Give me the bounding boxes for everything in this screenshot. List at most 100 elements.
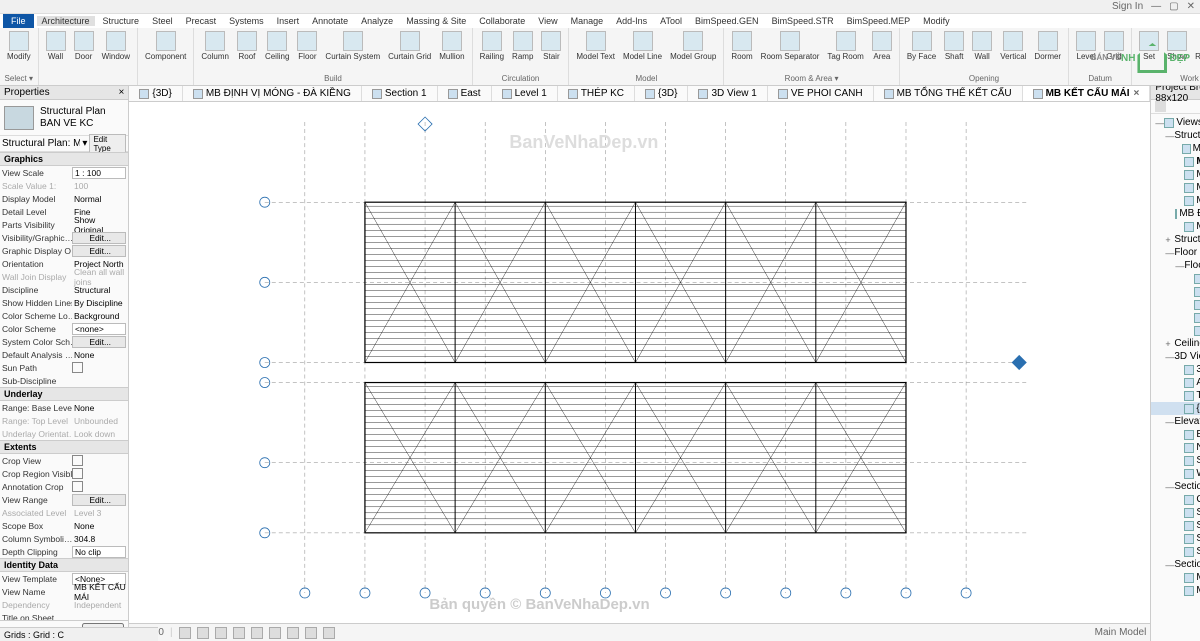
menu-bimspeedgen[interactable]: BimSpeed.GEN bbox=[690, 16, 764, 26]
checkbox[interactable] bbox=[72, 455, 83, 466]
prop-row[interactable]: Associated LevelLevel 3 bbox=[0, 506, 128, 519]
tool-byface[interactable]: By Face bbox=[904, 29, 939, 63]
tool-room[interactable]: Room bbox=[728, 29, 755, 63]
menu-annotate[interactable]: Annotate bbox=[307, 16, 353, 26]
type-selector[interactable]: Structural PlanBAN VE KC bbox=[0, 100, 128, 136]
prop-row[interactable]: Visibility/Graphic…Edit... bbox=[0, 231, 128, 244]
prop-value[interactable]: None bbox=[72, 521, 126, 531]
view-tab[interactable]: Level 1 bbox=[492, 86, 558, 101]
prop-edit-button[interactable]: Edit... bbox=[72, 494, 126, 506]
tool-column[interactable]: Column bbox=[198, 29, 232, 63]
expand-icon[interactable]: — bbox=[1165, 560, 1174, 570]
tool-roomseparator[interactable]: Room Separator bbox=[758, 29, 823, 63]
close-tab-icon[interactable]: × bbox=[1133, 88, 1139, 99]
tool-vertical[interactable]: Vertical bbox=[997, 29, 1029, 63]
tool-modify[interactable]: Modify bbox=[4, 29, 34, 63]
drawing-canvas[interactable]: BanVeNhaDep.vn Bản quyền © BanVeNhaDep.v… bbox=[129, 102, 1150, 623]
tree-node[interactable]: Level Móng bbox=[1151, 311, 1200, 324]
prop-value[interactable]: Level 3 bbox=[72, 508, 126, 518]
prop-row[interactable]: Title on Sheet bbox=[0, 611, 128, 620]
prop-value[interactable]: None bbox=[72, 350, 126, 360]
view-tab[interactable]: {3D} bbox=[129, 86, 182, 101]
prop-value[interactable]: 304.8 bbox=[72, 534, 126, 544]
prop-value[interactable]: Normal bbox=[72, 194, 126, 204]
menu-atool[interactable]: ATool bbox=[655, 16, 687, 26]
view-tab[interactable]: 3D View 1 bbox=[688, 86, 767, 101]
prop-edit-button[interactable]: Edit... bbox=[72, 336, 126, 348]
prop-row[interactable]: DependencyIndependent bbox=[0, 598, 128, 611]
menu-massingsite[interactable]: Massing & Site bbox=[401, 16, 471, 26]
expand-icon[interactable]: + bbox=[1165, 235, 1174, 245]
tool-stair[interactable]: Stair bbox=[538, 29, 564, 63]
expand-icon[interactable]: — bbox=[1165, 482, 1174, 492]
tree-node[interactable]: MB ĐỊNH VỊ MÓNG - ĐÀ KIỀNG bbox=[1151, 207, 1200, 220]
tree-node[interactable]: —Floor Plans (BV KIẾN TRÚC) bbox=[1151, 246, 1200, 259]
menu-collaborate[interactable]: Collaborate bbox=[474, 16, 530, 26]
prop-value[interactable]: 100 bbox=[72, 181, 126, 191]
minimize-icon[interactable]: — bbox=[1151, 1, 1161, 12]
main-model-label[interactable]: Main Model bbox=[1095, 627, 1147, 638]
tool-refplane[interactable]: Ref Plane bbox=[1192, 29, 1200, 63]
status-icon[interactable] bbox=[269, 627, 281, 639]
status-icon[interactable] bbox=[215, 627, 227, 639]
tree-node[interactable]: {3D} bbox=[1151, 402, 1200, 415]
menu-manage[interactable]: Manage bbox=[566, 16, 609, 26]
menu-bimspeedmep[interactable]: BimSpeed.MEP bbox=[842, 16, 916, 26]
menu-bimspeedstr[interactable]: BimSpeed.STR bbox=[767, 16, 839, 26]
expand-icon[interactable]: — bbox=[1165, 131, 1174, 141]
menu-structure[interactable]: Structure bbox=[98, 16, 145, 26]
search-icon[interactable] bbox=[1155, 101, 1166, 112]
tree-node[interactable]: MB ĐỊNH VỊ TIM CỌC bbox=[1151, 220, 1200, 233]
prop-row[interactable]: Parts VisibilityShow Original bbox=[0, 218, 128, 231]
tree-node[interactable]: Section 3 bbox=[1151, 532, 1200, 545]
tree-node[interactable]: MB TY GIẰNG XÀ GỒ bbox=[1151, 168, 1200, 181]
tree-node[interactable]: +Ceiling Plans bbox=[1151, 337, 1200, 350]
tree-node[interactable]: MB TỔNG THỂ KẾT CẤU bbox=[1151, 181, 1200, 194]
tool-modelline[interactable]: Model Line bbox=[620, 29, 665, 63]
view-tab[interactable]: MB TỔNG THỂ KẾT CẤU bbox=[874, 86, 1023, 101]
tree-node[interactable]: MB KẾT CẤU MÁI bbox=[1151, 155, 1200, 168]
prop-row[interactable]: Wall Join DisplayClean all wall joins bbox=[0, 270, 128, 283]
menu-steel[interactable]: Steel bbox=[147, 16, 178, 26]
expand-icon[interactable]: — bbox=[1155, 118, 1164, 128]
prop-row[interactable]: Default Analysis …None bbox=[0, 348, 128, 361]
tool-modeltext[interactable]: Model Text bbox=[573, 29, 618, 63]
tool-wall[interactable]: Wall bbox=[969, 29, 995, 63]
tool-door[interactable]: Door bbox=[71, 29, 97, 63]
tool-ceiling[interactable]: Ceiling bbox=[262, 29, 292, 63]
close-icon[interactable]: ✕ bbox=[1187, 1, 1195, 12]
signin-link[interactable]: Sign In bbox=[1112, 1, 1143, 12]
tree-node[interactable]: North bbox=[1151, 441, 1200, 454]
prop-value[interactable]: Unbounded bbox=[72, 416, 126, 426]
prop-section-header[interactable]: Underlay bbox=[0, 387, 128, 401]
prop-row[interactable]: Column Symboli…304.8 bbox=[0, 532, 128, 545]
menu-addins[interactable]: Add-Ins bbox=[611, 16, 652, 26]
tool-curtainsystem[interactable]: Curtain System bbox=[322, 29, 383, 63]
tree-node[interactable]: —Sections (MC KIẾN TRÚC-BV) bbox=[1151, 558, 1200, 571]
prop-row[interactable]: Crop Region Visible bbox=[0, 467, 128, 480]
prop-section-header[interactable]: Extents bbox=[0, 440, 128, 454]
expand-icon[interactable]: — bbox=[1165, 248, 1174, 258]
prop-row[interactable]: Depth ClippingNo clip bbox=[0, 545, 128, 558]
prop-row[interactable]: System Color Sch…Edit... bbox=[0, 335, 128, 348]
menu-architecture[interactable]: Architecture bbox=[37, 16, 95, 26]
tool-component[interactable]: Component bbox=[142, 29, 189, 63]
tool-roof[interactable]: Roof bbox=[234, 29, 260, 63]
tool-tagroom[interactable]: Tag Room bbox=[824, 29, 866, 63]
view-tab[interactable]: Section 1 bbox=[362, 86, 438, 101]
prop-value[interactable]: None bbox=[72, 403, 126, 413]
tree-node[interactable]: MC DỌC NHÀ bbox=[1151, 571, 1200, 584]
prop-value[interactable]: By Discipline bbox=[72, 298, 126, 308]
close-panel-icon[interactable]: × bbox=[119, 87, 125, 98]
checkbox[interactable] bbox=[72, 362, 83, 373]
view-tab[interactable]: {3D} bbox=[635, 86, 688, 101]
tree-node[interactable]: MB BỐ TRÍ CÁP GIẰNG MÁI bbox=[1151, 142, 1200, 155]
prop-row[interactable]: Crop View bbox=[0, 454, 128, 467]
tool-dormer[interactable]: Dormer bbox=[1031, 29, 1064, 63]
tool-railing[interactable]: Railing bbox=[477, 29, 507, 63]
prop-row[interactable]: Annotation Crop bbox=[0, 480, 128, 493]
prop-row[interactable]: Underlay Orientat…Look down bbox=[0, 427, 128, 440]
tree-node[interactable]: Analytical Model bbox=[1151, 376, 1200, 389]
tree-node[interactable]: MB XÀ GỒ MÁI bbox=[1151, 194, 1200, 207]
tool-mullion[interactable]: Mullion bbox=[436, 29, 467, 63]
